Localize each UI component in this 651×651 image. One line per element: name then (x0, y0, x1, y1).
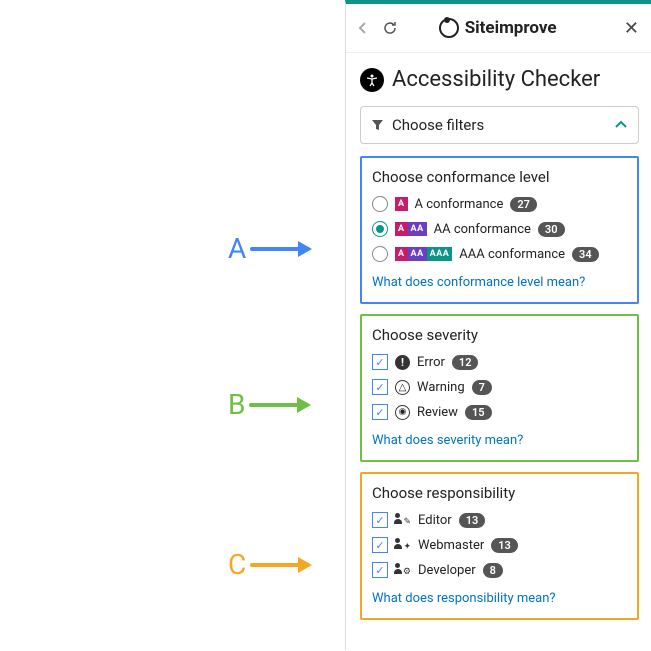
checkbox[interactable]: ✓ (372, 379, 388, 395)
checkbox[interactable]: ✓ (372, 562, 388, 578)
brand-logo-icon (439, 18, 459, 38)
brand: Siteimprove (439, 18, 557, 38)
radio[interactable] (372, 221, 388, 237)
severity-heading: Choose severity (372, 326, 627, 344)
option-label: Editor (418, 513, 452, 528)
chevron-up-icon (614, 120, 628, 130)
accessibility-icon (360, 68, 384, 92)
panel-body: Accessibility Checker Choose filters Cho… (346, 53, 651, 651)
count-pill: 15 (465, 405, 492, 420)
option-label: AA conformance (434, 222, 531, 237)
radio[interactable] (372, 196, 388, 212)
count-pill: 12 (452, 355, 479, 370)
choose-filters-toggle[interactable]: Choose filters (360, 106, 639, 144)
checkbox[interactable]: ✓ (372, 512, 388, 528)
severity-help-link[interactable]: What does severity mean? (372, 433, 523, 448)
count-pill: 27 (510, 197, 537, 212)
conformance-option-aaa[interactable]: AAAAAA AAA conformance 34 (372, 246, 627, 262)
severity-option-error[interactable]: ✓ ! Error 12 (372, 354, 627, 370)
option-label: Webmaster (418, 538, 484, 553)
webmaster-icon: ✦ (395, 538, 411, 552)
back-icon[interactable] (358, 21, 368, 35)
review-icon: ◉ (395, 405, 410, 420)
siteimprove-panel: Siteimprove ✕ Accessibility Checker Choo… (345, 0, 651, 650)
option-label: Error (417, 355, 445, 370)
option-label: AAA conformance (459, 247, 565, 262)
responsibility-option-webmaster[interactable]: ✓ ✦ Webmaster 13 (372, 537, 627, 553)
conformance-section: Choose conformance level A A conformance… (360, 156, 639, 304)
filter-label: Choose filters (392, 116, 484, 134)
count-pill: 13 (491, 538, 518, 553)
severity-option-warning[interactable]: ✓ △ Warning 7 (372, 379, 627, 395)
responsibility-option-developer[interactable]: ✓ ⚙ Developer 8 (372, 562, 627, 578)
close-icon[interactable]: ✕ (624, 18, 639, 39)
count-pill: 7 (472, 380, 492, 395)
refresh-icon[interactable] (382, 20, 398, 36)
count-pill: 34 (572, 247, 599, 262)
callout-a: A (228, 232, 310, 265)
developer-icon: ⚙ (395, 563, 411, 577)
severity-option-review[interactable]: ✓ ◉ Review 15 (372, 404, 627, 420)
count-pill: 13 (459, 513, 486, 528)
radio[interactable] (372, 246, 388, 262)
option-label: A conformance (415, 197, 504, 212)
responsibility-help-link[interactable]: What does responsibility mean? (372, 591, 556, 606)
conformance-heading: Choose conformance level (372, 168, 627, 186)
error-icon: ! (395, 355, 410, 370)
responsibility-option-editor[interactable]: ✓ ✎ Editor 13 (372, 512, 627, 528)
checkbox[interactable]: ✓ (372, 537, 388, 553)
editor-icon: ✎ (395, 513, 411, 527)
count-pill: 8 (483, 563, 503, 578)
option-label: Review (417, 405, 458, 420)
funnel-icon (371, 119, 384, 132)
warning-icon: △ (395, 380, 410, 395)
option-label: Developer (418, 563, 476, 578)
page-title: Accessibility Checker (392, 67, 600, 92)
page-title-row: Accessibility Checker (360, 67, 639, 92)
conformance-option-a[interactable]: A A conformance 27 (372, 196, 627, 212)
responsibility-section: Choose responsibility ✓ ✎ Editor 13 ✓ ✦ … (360, 472, 639, 620)
count-pill: 30 (538, 222, 565, 237)
checkbox[interactable]: ✓ (372, 404, 388, 420)
conformance-help-link[interactable]: What does conformance level mean? (372, 275, 585, 290)
option-label: Warning (417, 380, 465, 395)
callout-b: B (228, 388, 309, 421)
panel-header: Siteimprove ✕ (346, 4, 651, 53)
severity-section: Choose severity ✓ ! Error 12 ✓ △ Warning… (360, 314, 639, 462)
conformance-option-aa[interactable]: AAA AA conformance 30 (372, 221, 627, 237)
responsibility-heading: Choose responsibility (372, 484, 627, 502)
callout-c: C (228, 548, 310, 581)
checkbox[interactable]: ✓ (372, 354, 388, 370)
